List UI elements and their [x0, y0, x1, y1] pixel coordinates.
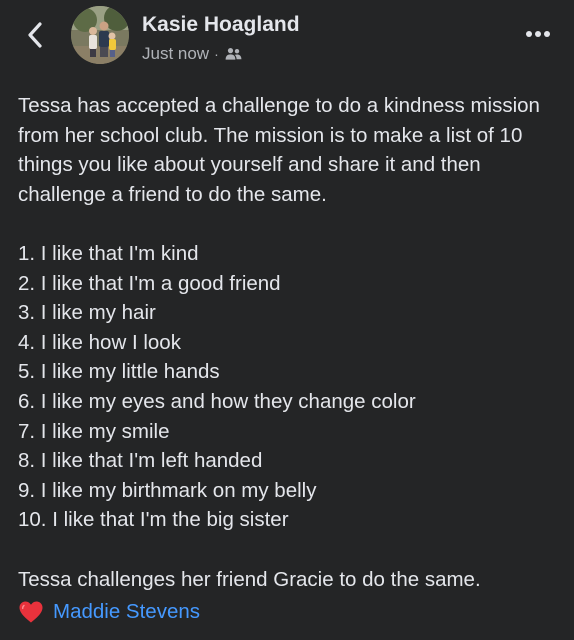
chevron-left-icon	[28, 22, 42, 48]
mention-link[interactable]: Maddie Stevens	[53, 600, 200, 624]
kindness-list: 1. I like that I'm kind 2. I like that I…	[18, 239, 558, 535]
meta-separator: ·	[214, 46, 219, 62]
post-text: Tessa has accepted a challenge to do a k…	[18, 91, 558, 594]
list-item: 4. I like how I look	[18, 330, 181, 354]
author-name[interactable]: Kasie Hoagland	[142, 13, 300, 37]
list-item: 1. I like that I'm kind	[18, 241, 199, 265]
list-item: 8. I like that I'm left handed	[18, 449, 263, 473]
list-item: 5. I like my little hands	[18, 360, 220, 384]
list-item: 6. I like my eyes and how they change co…	[18, 389, 416, 413]
post-card: Kasie Hoagland Just now · Tessa has acce…	[0, 0, 574, 640]
more-dots-icon	[526, 31, 550, 37]
friends-icon[interactable]	[225, 47, 242, 61]
heart-icon	[18, 600, 44, 624]
more-options-button[interactable]	[520, 22, 556, 46]
timestamp[interactable]: Just now	[142, 44, 209, 64]
avatar-photo	[71, 6, 129, 64]
post-outro: Tessa challenges her friend Gracie to do…	[18, 567, 481, 591]
post-intro: Tessa has accepted a challenge to do a k…	[18, 94, 540, 206]
back-button[interactable]	[20, 18, 50, 52]
avatar[interactable]	[71, 6, 129, 64]
post-meta: Just now ·	[142, 44, 242, 64]
list-item: 7. I like my smile	[18, 419, 170, 443]
list-item: 2. I like that I'm a good friend	[18, 271, 281, 295]
list-item: 9. I like my birthmark on my belly	[18, 478, 317, 502]
reaction-row: Maddie Stevens	[18, 598, 200, 626]
list-item: 3. I like my hair	[18, 301, 156, 325]
list-item: 10. I like that I'm the big sister	[18, 508, 289, 532]
